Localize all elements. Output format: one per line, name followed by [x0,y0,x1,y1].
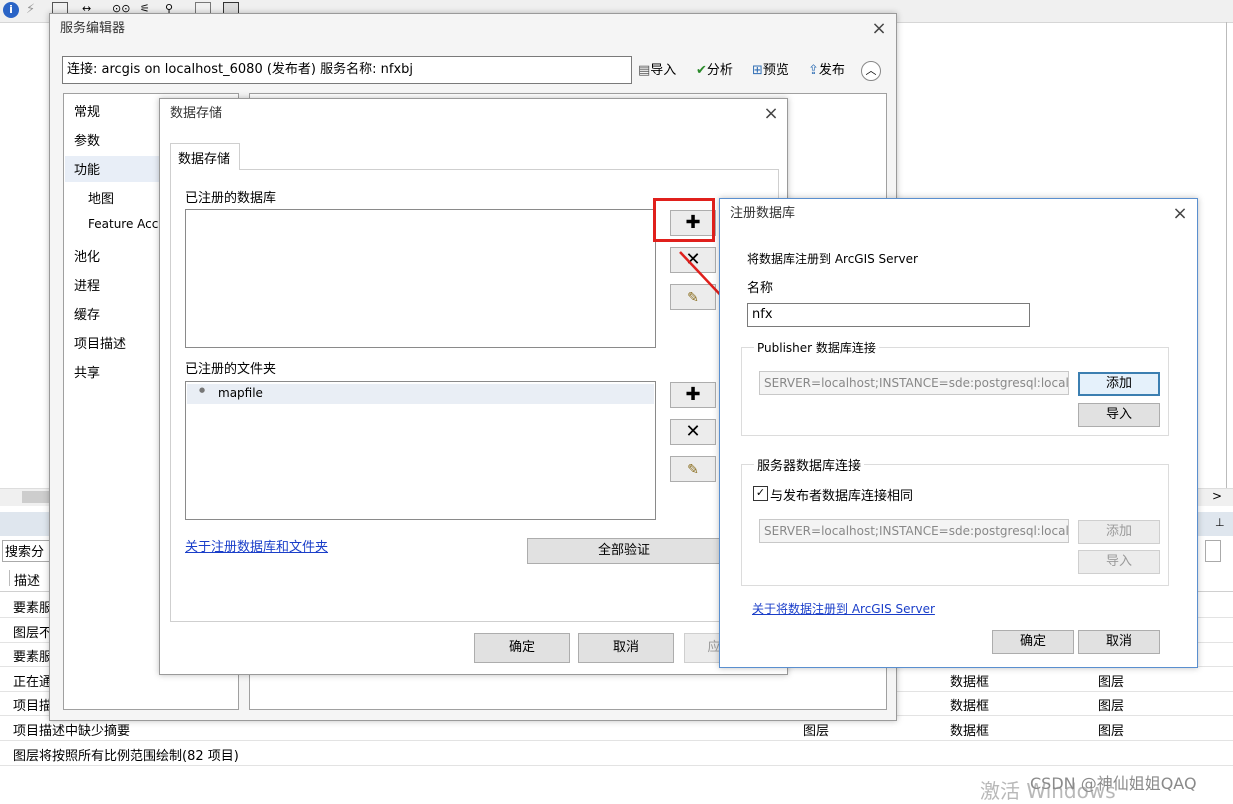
nav-item[interactable]: 共享 [74,362,100,381]
publisher-connection-label: Publisher 数据库连接 [754,339,879,356]
preview-button[interactable]: ⊞预览 [752,60,789,82]
table-cell[interactable]: 数据框 [950,671,989,690]
add-folder-button[interactable]: ✚ [670,382,716,408]
same-as-publisher-checkbox[interactable]: ✓ [753,486,768,501]
registered-databases-label: 已注册的数据库 [185,191,277,206]
plus-icon: ✚ [685,384,701,405]
import-publisher-connection-button[interactable]: 导入 [1078,403,1160,427]
edit-folder-button[interactable]: ✎ [670,456,716,482]
nav-item[interactable]: 池化 [74,246,100,265]
publish-icon: ⇪ [808,63,819,78]
remove-folder-button[interactable]: ✕ [670,419,716,445]
data-store-title: 数据存储 [170,106,223,121]
bullet-icon: ● [199,386,206,394]
table-cell[interactable]: 图层不 [13,622,52,641]
table-cell[interactable]: 图层 [1098,720,1124,739]
scroll-thumb[interactable] [22,491,50,503]
tab-data-store[interactable]: 数据存储 [170,143,240,170]
table-cell[interactable]: 图层 [1098,671,1124,690]
collapse-chevron-icon[interactable]: ︿ [861,61,881,81]
nav-item[interactable]: 缓存 [74,304,100,323]
cross-icon: ✕ [685,421,701,442]
pin-panel-icon[interactable]: ⊥ [1215,516,1225,529]
column-header-description[interactable]: 描述 [14,570,40,589]
table-cell[interactable]: 图层将按照所有比例范围绘制(82 项目) [13,745,239,764]
ok-button[interactable]: 确定 [992,630,1074,654]
close-icon[interactable]: × [1169,203,1191,225]
folder-name: mapfile [218,386,263,400]
validate-all-button[interactable]: 全部验证 [527,538,721,564]
server-connection-label: 服务器数据库连接 [754,455,865,474]
service-editor-title: 服务编辑器 [60,21,126,36]
connection-field: 连接: arcgis on localhost_6080 (发布者) 服务名称:… [62,56,632,84]
register-intro-text: 将数据库注册到 ArcGIS Server [747,252,918,266]
table-cell[interactable]: 项目描 [13,695,52,714]
add-publisher-connection-button[interactable]: 添加 [1078,372,1160,396]
highlight-box [653,198,715,242]
registered-folders-label: 已注册的文件夹 [185,362,277,377]
server-connection-field: SERVER=localhost;INSTANCE=sde:postgresql… [759,519,1069,543]
nav-item[interactable]: 常规 [74,101,100,120]
close-icon[interactable]: × [868,18,890,40]
checkmark-icon: ✔ [696,63,707,78]
import-button[interactable]: ▤导入 [638,60,676,82]
nav-item[interactable]: Feature Acce [88,217,166,231]
cancel-button[interactable]: 取消 [578,633,674,663]
table-cell[interactable]: 数据框 [950,695,989,714]
same-as-publisher-label[interactable]: 与发布者数据库连接相同 [770,485,913,504]
register-database-title: 注册数据库 [730,206,796,221]
import-icon: ▤ [638,63,651,78]
edit-icon: ✎ [687,462,699,478]
publisher-connection-field: SERVER=localhost;INSTANCE=sde:postgresql… [759,371,1069,395]
table-row-divider [0,740,1233,741]
publish-button[interactable]: ⇪发布 [808,60,845,82]
table-cell[interactable]: 图层 [1098,695,1124,714]
name-label: 名称 [747,281,774,296]
info-icon[interactable]: i [3,2,19,18]
nav-item[interactable]: 地图 [88,188,114,207]
lightning-icon[interactable]: ⚡ [26,2,42,18]
table-cell[interactable]: 数据框 [950,720,989,739]
nav-item[interactable]: 功能 [74,159,100,178]
table-row-divider [0,764,1233,766]
right-frame-border [1226,22,1227,492]
analyze-button[interactable]: ✔分析 [696,60,733,82]
folder-list-item[interactable]: ● mapfile [187,384,654,404]
preview-icon: ⊞ [752,63,763,78]
add-server-connection-button[interactable]: 添加 [1078,520,1160,544]
cancel-button[interactable]: 取消 [1078,630,1160,654]
name-input[interactable]: nfx [747,303,1030,327]
registered-folders-list[interactable]: ● mapfile [185,381,656,520]
about-arcgis-server-link[interactable]: 关于将数据注册到 ArcGIS Server [752,600,935,617]
close-icon[interactable]: × [760,103,782,125]
table-cell[interactable]: 正在通 [13,671,52,690]
register-database-dialog: 注册数据库 × 将数据库注册到 ArcGIS Server 名称 nfx Pub… [719,198,1198,668]
import-server-connection-button[interactable]: 导入 [1078,550,1160,574]
ok-button[interactable]: 确定 [474,633,570,663]
table-cell[interactable]: 图层 [803,720,829,739]
nav-item[interactable]: 项目描述 [74,333,126,352]
data-store-dialog: 数据存储 × 数据存储 已注册的数据库 已注册的文件夹 ● mapfile ✚ ✕… [159,98,788,675]
table-cell[interactable]: 要素服 [13,597,52,616]
about-register-link[interactable]: 关于注册数据库和文件夹 [185,536,328,555]
nav-item[interactable]: 参数 [74,130,100,149]
nav-item[interactable]: 进程 [74,275,100,294]
search-right-input[interactable] [1205,540,1221,562]
table-cell[interactable]: 要素服 [13,646,52,665]
csdn-watermark: CSDN @神仙姐姐QAQ [1030,774,1197,793]
registered-databases-list[interactable] [185,209,656,348]
scroll-right-arrow-icon[interactable]: > [1212,489,1222,503]
table-cell[interactable]: 项目描述中缺少摘要 [13,720,130,739]
